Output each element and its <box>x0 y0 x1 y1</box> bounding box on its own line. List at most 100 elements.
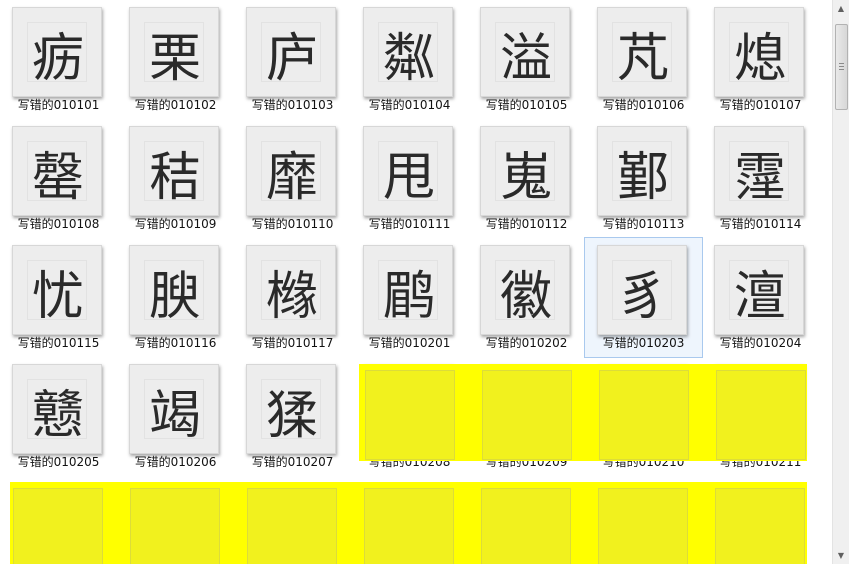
file-thumbnail: 戆 <box>12 364 102 454</box>
file-name: 写错的010112 <box>485 217 568 231</box>
file-name: 写错的010204 <box>719 336 802 350</box>
handwritten-character: 腴 <box>148 266 201 327</box>
file-name: 写错的010104 <box>368 98 451 112</box>
handwritten-character: 庐 <box>265 28 318 89</box>
file-thumbnail: 粼 <box>363 7 453 97</box>
file-thumbnail: 溢 <box>480 7 570 97</box>
file-item[interactable]: 溢写错的010105 <box>468 0 585 119</box>
file-item[interactable]: 芃写错的010106 <box>585 0 702 119</box>
file-thumbnail: 庐 <box>246 7 336 97</box>
handwritten-character: 澶 <box>733 266 786 327</box>
file-item[interactable]: 秸写错的010109 <box>117 119 234 238</box>
handwritten-character: 忧 <box>31 266 84 327</box>
file-name: 写错的010206 <box>134 455 217 469</box>
file-name: 写错的010205 <box>17 455 100 469</box>
file-thumbnail: 腴 <box>129 245 219 335</box>
file-thumbnail: 澶 <box>714 245 804 335</box>
file-thumbnail: 豸 <box>597 245 687 335</box>
handwritten-character: 霪 <box>733 147 786 208</box>
file-name: 写错的010115 <box>17 336 100 350</box>
file-item[interactable]: 嵬写错的010112 <box>468 119 585 238</box>
file-name: 写错的010108 <box>17 217 100 231</box>
file-thumbnail: 竭 <box>129 364 219 454</box>
file-item[interactable]: 豸写错的010203 <box>584 237 703 358</box>
file-item[interactable]: 戆写错的010205 <box>0 357 117 476</box>
file-name: 写错的010116 <box>134 336 217 350</box>
file-item[interactable]: 粼写错的010104 <box>351 0 468 119</box>
handwritten-character: 猱 <box>265 385 318 446</box>
handwritten-character: 甩 <box>382 147 435 208</box>
file-thumbnail: 秸 <box>129 126 219 216</box>
file-thumbnail: 徽 <box>480 245 570 335</box>
handwritten-character: 徽 <box>499 266 552 327</box>
file-thumbnail: 熄 <box>714 7 804 97</box>
file-thumbnail: 鄞 <box>597 126 687 216</box>
file-item[interactable]: 猱写错的010207 <box>234 357 351 476</box>
file-thumbnail: 橼 <box>246 245 336 335</box>
handwritten-character: 栗 <box>148 28 201 89</box>
file-item[interactable]: 庐写错的010103 <box>234 0 351 119</box>
handwritten-character: 橼 <box>265 266 318 327</box>
file-thumbnail: 芃 <box>597 7 687 97</box>
file-thumbnail: 靡 <box>246 126 336 216</box>
handwritten-character: 鄞 <box>616 147 669 208</box>
handwritten-character: 戆 <box>31 385 84 446</box>
file-thumbnail: 忧 <box>12 245 102 335</box>
highlight-region-row5 <box>10 482 807 564</box>
file-item[interactable]: 靡写错的010110 <box>234 119 351 238</box>
handwritten-character: 罄 <box>31 147 84 208</box>
file-item[interactable]: 熄写错的010107 <box>702 0 819 119</box>
file-name: 写错的010207 <box>251 455 334 469</box>
file-name: 写错的010117 <box>251 336 334 350</box>
file-name: 写错的010202 <box>485 336 568 350</box>
file-name: 写错的010114 <box>719 217 802 231</box>
scroll-up-icon[interactable]: ▲ <box>833 0 849 17</box>
file-thumbnail: 栗 <box>129 7 219 97</box>
file-thumbnail: 甩 <box>363 126 453 216</box>
highlight-region-row4 <box>359 364 807 461</box>
file-item[interactable]: 罄写错的010108 <box>0 119 117 238</box>
file-name: 写错的010101 <box>17 98 100 112</box>
handwritten-character: 秸 <box>148 147 201 208</box>
handwritten-character: 疬 <box>31 28 84 89</box>
file-item[interactable]: 栗写错的010102 <box>117 0 234 119</box>
file-item[interactable]: 甩写错的010111 <box>351 119 468 238</box>
file-thumbnail: 鹛 <box>363 245 453 335</box>
file-thumbnail: 疬 <box>12 7 102 97</box>
file-name: 写错的010107 <box>719 98 802 112</box>
handwritten-character: 豸 <box>616 266 669 327</box>
scroll-down-icon[interactable]: ▼ <box>833 547 849 564</box>
handwritten-character: 嵬 <box>499 147 552 208</box>
file-name: 写错的010102 <box>134 98 217 112</box>
file-item[interactable]: 竭写错的010206 <box>117 357 234 476</box>
file-name: 写错的010110 <box>251 217 334 231</box>
handwritten-character: 竭 <box>148 385 201 446</box>
handwritten-character: 芃 <box>616 28 669 89</box>
file-item[interactable]: 澶写错的010204 <box>702 238 819 357</box>
file-item[interactable]: 忧写错的010115 <box>0 238 117 357</box>
file-thumbnail: 嵬 <box>480 126 570 216</box>
file-name: 写错的010113 <box>602 217 685 231</box>
file-item[interactable]: 腴写错的010116 <box>117 238 234 357</box>
file-item[interactable]: 霪写错的010114 <box>702 119 819 238</box>
file-grid[interactable]: 疬写错的010101 栗写错的010102 庐写错的010103 粼写错的010104… <box>0 0 832 564</box>
file-name: 写错的010103 <box>251 98 334 112</box>
file-name: 写错的010109 <box>134 217 217 231</box>
file-item[interactable]: 鄞写错的010113 <box>585 119 702 238</box>
file-name: 写错的010111 <box>368 217 451 231</box>
file-thumbnail: 罄 <box>12 126 102 216</box>
file-item[interactable]: 疬写错的010101 <box>0 0 117 119</box>
vertical-scrollbar[interactable]: ▲ ▼ <box>832 0 849 564</box>
file-name: 写错的010106 <box>602 98 685 112</box>
file-name: 写错的010105 <box>485 98 568 112</box>
handwritten-character: 靡 <box>265 147 318 208</box>
handwritten-character: 溢 <box>499 28 552 89</box>
file-name: 写错的010201 <box>368 336 451 350</box>
file-item[interactable]: 鹛写错的010201 <box>351 238 468 357</box>
file-item[interactable]: 橼写错的010117 <box>234 238 351 357</box>
file-name: 写错的010203 <box>602 336 685 350</box>
file-item[interactable]: 徽写错的010202 <box>468 238 585 357</box>
handwritten-character: 鹛 <box>382 266 435 327</box>
scrollbar-thumb[interactable] <box>835 24 848 110</box>
file-thumbnail: 霪 <box>714 126 804 216</box>
